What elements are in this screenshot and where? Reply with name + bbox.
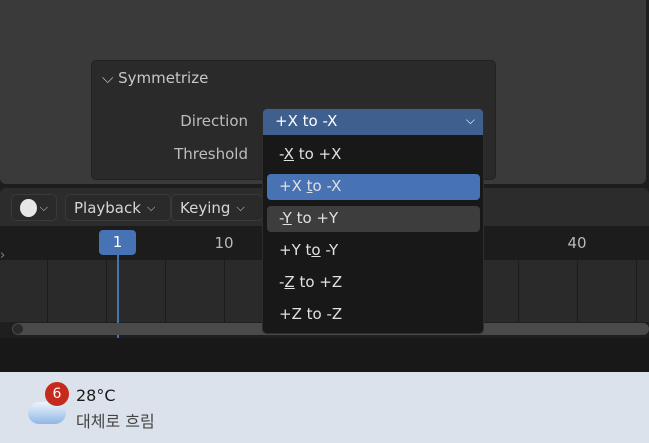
option-text: to +Z: [294, 273, 343, 291]
option-text: +Y t: [279, 241, 312, 259]
option-text: o: [311, 241, 321, 259]
option-text: Y: [282, 209, 292, 227]
dropdown-option[interactable]: +Y to -Y: [267, 238, 480, 264]
option-text: +Z to -Z: [279, 305, 343, 323]
panel-header[interactable]: ⌵ Symmetrize: [102, 69, 208, 87]
status-bar: [0, 338, 649, 372]
option-text: +X: [279, 177, 307, 195]
dropdown-option[interactable]: +Z to -Z: [267, 302, 480, 328]
chevron-down-icon: ⌵: [236, 200, 245, 214]
frame-number: 10: [214, 234, 234, 252]
clock-icon: [20, 198, 37, 217]
dropdown-option[interactable]: +X to -X: [267, 174, 480, 200]
dropdown-value: +X to -X: [275, 112, 338, 130]
dropdown-option[interactable]: -Y to +Y: [267, 206, 480, 232]
direction-label: Direction: [180, 112, 248, 130]
dropdown-current-value[interactable]: +X to -X ⌵: [263, 109, 483, 135]
option-text: Z: [284, 273, 295, 291]
direction-dropdown[interactable]: +X to -X ⌵ -X to +X +X to -X -Y to +Y +Y to …: [262, 108, 484, 334]
panel-title: Symmetrize: [118, 69, 209, 87]
taskbar: 6 28°C 대체로 흐림: [0, 372, 649, 443]
option-text: X: [283, 145, 294, 163]
playback-menu[interactable]: Playback ⌵: [65, 194, 171, 221]
weather-widget[interactable]: 6 28°C 대체로 흐림: [28, 380, 188, 436]
chevron-down-icon: ⌵: [146, 200, 156, 214]
keying-label: Keying: [180, 198, 231, 217]
weather-description: 대체로 흐림: [76, 412, 155, 431]
option-text: o -X: [312, 177, 342, 195]
dropdown-option[interactable]: -X to +X: [267, 142, 480, 168]
option-text: -Y: [320, 241, 339, 259]
playback-label: Playback: [74, 198, 141, 217]
threshold-label: Threshold: [174, 145, 248, 163]
keying-menu[interactable]: Keying ⌵: [171, 194, 263, 221]
editor-type-button[interactable]: ⌵: [11, 194, 57, 221]
dropdown-option[interactable]: -Z to +Z: [267, 270, 480, 296]
notification-badge: 6: [45, 382, 69, 406]
weather-temp: 28°C: [76, 386, 116, 405]
chevron-down-icon: ⌵: [102, 69, 114, 87]
current-frame-indicator[interactable]: 1: [99, 230, 136, 255]
chevron-down-icon: ⌵: [39, 200, 48, 214]
frame-number: 40: [567, 234, 587, 252]
option-text: to +X: [293, 145, 342, 163]
option-text: to +Y: [291, 209, 339, 227]
chevron-down-icon: ⌵: [465, 113, 475, 127]
